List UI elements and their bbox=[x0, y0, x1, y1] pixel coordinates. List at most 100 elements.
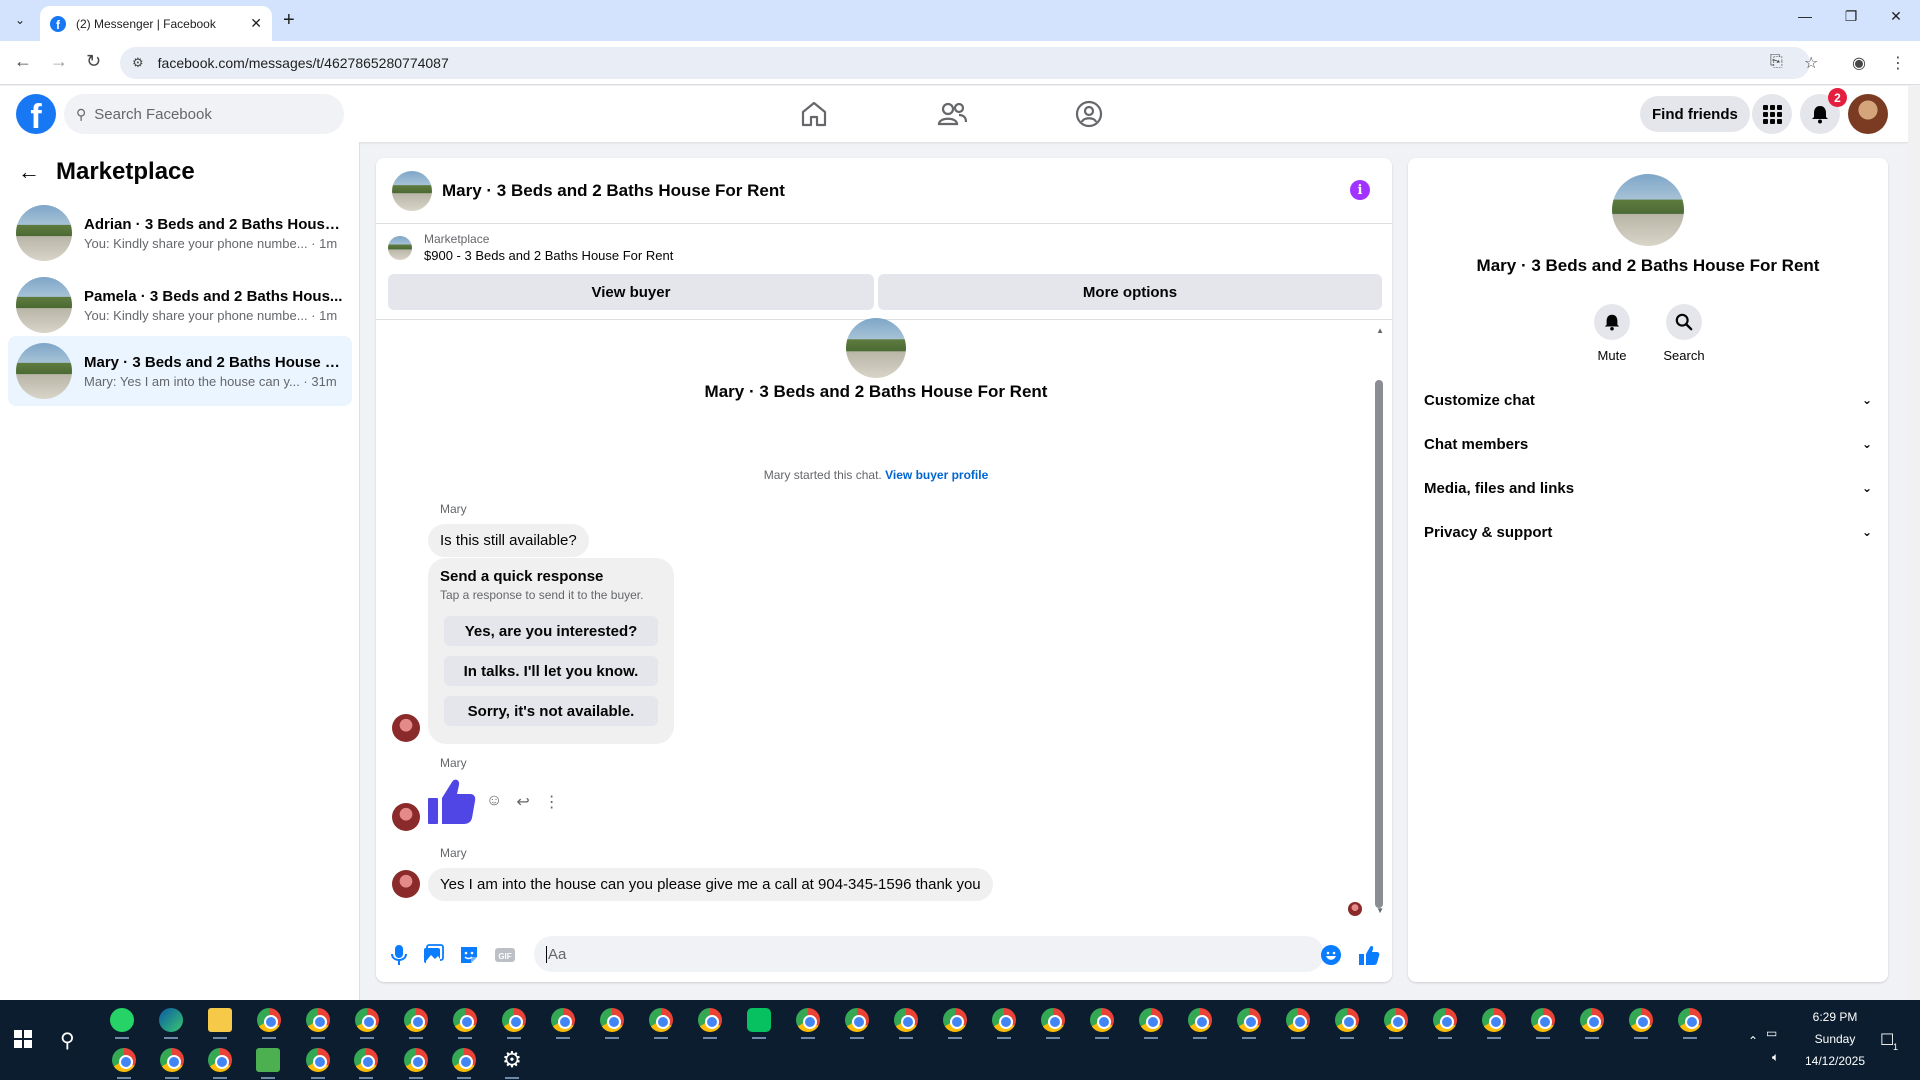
chrome-taskbar-icon[interactable] bbox=[600, 1008, 624, 1032]
app-taskbar-icon[interactable] bbox=[256, 1048, 280, 1072]
chrome-taskbar-icon[interactable] bbox=[894, 1008, 918, 1032]
scroll-down-arrow[interactable]: ▼ bbox=[1376, 906, 1384, 915]
chrome-taskbar-icon[interactable] bbox=[355, 1008, 379, 1032]
whatsapp-taskbar-icon[interactable] bbox=[110, 1008, 134, 1032]
message-bubble[interactable]: Yes I am into the house can you please g… bbox=[428, 868, 993, 901]
chat-avatar[interactable] bbox=[392, 170, 432, 211]
chrome-taskbar-icon[interactable] bbox=[1678, 1008, 1702, 1032]
home-icon[interactable] bbox=[798, 98, 830, 130]
menu-grid-button[interactable] bbox=[1752, 94, 1792, 134]
profile-avatar[interactable] bbox=[1848, 94, 1888, 134]
chrome-taskbar-icon[interactable] bbox=[1384, 1008, 1408, 1032]
chrome-taskbar-icon[interactable] bbox=[1188, 1008, 1212, 1032]
quick-reply-button[interactable]: Sorry, it's not available. bbox=[444, 696, 658, 726]
bookmark-star-icon[interactable]: ☆ bbox=[1804, 53, 1818, 73]
wechat-taskbar-icon[interactable] bbox=[747, 1008, 771, 1032]
view-buyer-button[interactable]: View buyer bbox=[388, 274, 874, 310]
quick-reply-button[interactable]: Yes, are you interested? bbox=[444, 616, 658, 646]
info-icon[interactable]: i bbox=[1350, 180, 1370, 200]
chrome-taskbar-icon[interactable] bbox=[1629, 1008, 1653, 1032]
message-bubble[interactable]: Is this still available? bbox=[428, 524, 589, 557]
edge-taskbar-icon[interactable] bbox=[159, 1008, 183, 1032]
chrome-taskbar-icon[interactable] bbox=[649, 1008, 673, 1032]
folder-taskbar-icon[interactable] bbox=[208, 1008, 232, 1032]
minimize-button[interactable]: — bbox=[1782, 8, 1828, 24]
chrome-taskbar-icon[interactable] bbox=[306, 1048, 330, 1072]
chrome-taskbar-icon[interactable] bbox=[943, 1008, 967, 1032]
omnibox[interactable]: ⚙ facebook.com/messages/t/46278652807740… bbox=[120, 47, 1810, 79]
browser-tab[interactable]: f (2) Messenger | Facebook ✕ bbox=[40, 6, 272, 41]
chrome-taskbar-icon[interactable] bbox=[845, 1008, 869, 1032]
chrome-taskbar-icon[interactable] bbox=[1482, 1008, 1506, 1032]
reply-icon[interactable]: ↩ bbox=[516, 792, 529, 812]
facebook-logo-icon[interactable]: f bbox=[16, 94, 56, 134]
chrome-taskbar-icon[interactable] bbox=[1286, 1008, 1310, 1032]
windows-start-icon[interactable] bbox=[14, 1030, 32, 1048]
clock-date[interactable]: 14/12/2025 bbox=[1794, 1054, 1876, 1068]
network-icon[interactable]: ▭ bbox=[1766, 1026, 1777, 1040]
chrome-taskbar-icon[interactable] bbox=[404, 1008, 428, 1032]
chrome-taskbar-icon[interactable] bbox=[208, 1048, 232, 1072]
install-app-icon[interactable]: ⎘ bbox=[1770, 53, 1783, 71]
conversation-item[interactable]: Adrian · 3 Beds and 2 Baths House... You… bbox=[8, 198, 352, 268]
chrome-taskbar-icon[interactable] bbox=[112, 1048, 136, 1072]
chrome-taskbar-icon[interactable] bbox=[452, 1048, 476, 1072]
microphone-icon[interactable] bbox=[388, 944, 410, 966]
site-info-icon[interactable]: ⚙ bbox=[132, 55, 144, 71]
forward-button[interactable]: → bbox=[50, 51, 68, 72]
restore-button[interactable]: ❐ bbox=[1828, 8, 1874, 25]
search-conversation-button[interactable]: Search bbox=[1654, 304, 1714, 363]
chrome-taskbar-icon[interactable] bbox=[796, 1008, 820, 1032]
back-button[interactable]: ← bbox=[14, 51, 32, 72]
mute-button[interactable]: Mute bbox=[1582, 304, 1642, 363]
back-arrow-icon[interactable]: ← bbox=[18, 159, 40, 185]
more-options-button[interactable]: More options bbox=[878, 274, 1382, 310]
chrome-taskbar-icon[interactable] bbox=[404, 1048, 428, 1072]
chrome-menu-icon[interactable]: ⋮ bbox=[1890, 53, 1906, 73]
tray-overflow-icon[interactable]: ⌃ bbox=[1748, 1034, 1758, 1048]
react-icon[interactable]: ☺ bbox=[486, 792, 502, 812]
chrome-taskbar-icon[interactable] bbox=[1335, 1008, 1359, 1032]
view-buyer-profile-link[interactable]: View buyer profile bbox=[885, 468, 988, 482]
chrome-taskbar-icon[interactable] bbox=[698, 1008, 722, 1032]
clock-day[interactable]: Sunday bbox=[1804, 1032, 1866, 1046]
customize-chat-section[interactable]: Customize chat ⌄ bbox=[1424, 380, 1872, 420]
conversation-item-active[interactable]: Mary · 3 Beds and 2 Baths House F... Mar… bbox=[8, 336, 352, 406]
find-friends-button[interactable]: Find friends bbox=[1640, 96, 1750, 132]
clock-time[interactable]: 6:29 PM bbox=[1804, 1010, 1866, 1024]
chrome-taskbar-icon[interactable] bbox=[1237, 1008, 1261, 1032]
sticker-icon[interactable] bbox=[458, 944, 480, 966]
profile-icon[interactable]: ◉ bbox=[1852, 53, 1866, 73]
chrome-taskbar-icon[interactable] bbox=[453, 1008, 477, 1032]
new-tab-button[interactable]: + bbox=[283, 9, 295, 32]
close-tab-icon[interactable]: ✕ bbox=[250, 15, 262, 32]
chrome-taskbar-icon[interactable] bbox=[1090, 1008, 1114, 1032]
chrome-taskbar-icon[interactable] bbox=[1041, 1008, 1065, 1032]
chat-title[interactable]: Mary · 3 Beds and 2 Baths House For Rent bbox=[442, 181, 785, 201]
chat-members-section[interactable]: Chat members ⌄ bbox=[1424, 424, 1872, 464]
chrome-taskbar-icon[interactable] bbox=[160, 1048, 184, 1072]
page-scrollbar[interactable] bbox=[1908, 86, 1920, 1000]
scroll-up-arrow[interactable]: ▲ bbox=[1376, 326, 1384, 335]
more-icon[interactable]: ⋮ bbox=[544, 792, 560, 812]
tab-search-dropdown[interactable]: ⌄ bbox=[8, 8, 32, 32]
settings-taskbar-icon[interactable]: ⚙ bbox=[500, 1048, 524, 1072]
chrome-taskbar-icon[interactable] bbox=[1580, 1008, 1604, 1032]
facebook-search-input[interactable]: ⚲ Search Facebook bbox=[64, 94, 344, 134]
chrome-taskbar-icon[interactable] bbox=[354, 1048, 378, 1072]
thumbs-up-icon[interactable] bbox=[428, 776, 476, 826]
chat-scrollbar[interactable] bbox=[1375, 380, 1383, 908]
chrome-taskbar-icon[interactable] bbox=[992, 1008, 1016, 1032]
quick-reply-button[interactable]: In talks. I'll let you know. bbox=[444, 656, 658, 686]
chrome-taskbar-icon[interactable] bbox=[1433, 1008, 1457, 1032]
gif-icon[interactable]: GIF bbox=[494, 944, 516, 966]
chrome-taskbar-icon[interactable] bbox=[1139, 1008, 1163, 1032]
privacy-support-section[interactable]: Privacy & support ⌄ bbox=[1424, 512, 1872, 552]
media-files-section[interactable]: Media, files and links ⌄ bbox=[1424, 468, 1872, 508]
chrome-taskbar-icon[interactable] bbox=[257, 1008, 281, 1032]
chrome-taskbar-icon[interactable] bbox=[1531, 1008, 1555, 1032]
chrome-taskbar-icon[interactable] bbox=[306, 1008, 330, 1032]
chrome-taskbar-icon[interactable] bbox=[551, 1008, 575, 1032]
chrome-taskbar-icon[interactable] bbox=[502, 1008, 526, 1032]
photo-icon[interactable] bbox=[422, 944, 444, 966]
